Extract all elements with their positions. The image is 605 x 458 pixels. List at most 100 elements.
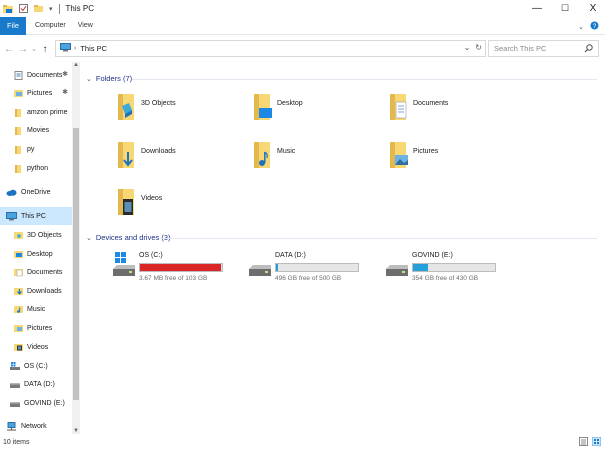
drive-icon xyxy=(10,380,20,389)
title-bar: ▾ This PC — ☐ X xyxy=(0,0,605,17)
back-button[interactable]: ← xyxy=(2,44,16,55)
folder-pictures[interactable]: Pictures xyxy=(388,140,518,180)
close-button[interactable]: X xyxy=(582,0,604,17)
up-button[interactable]: ↑ xyxy=(38,44,52,55)
title-separator xyxy=(58,3,60,14)
expand-ribbon-icon[interactable]: ⌄ xyxy=(578,23,584,31)
folder-music[interactable]: Music xyxy=(252,140,382,180)
large-icons-view-icon[interactable] xyxy=(591,436,602,448)
address-row: ← → ⌄ ↑ › This PC ⌄ ↻ Search This PC xyxy=(0,36,605,62)
drive-usage-bar xyxy=(412,263,496,272)
explorer-app-icon[interactable] xyxy=(3,4,13,14)
folder-videos[interactable]: Videos xyxy=(116,187,246,227)
nav-item-label: GOVIND (E:) xyxy=(24,399,65,407)
nav-item-desktop[interactable]: Desktop xyxy=(0,245,72,263)
folder-icon xyxy=(14,126,23,135)
nav-item-music[interactable]: Music xyxy=(0,300,72,318)
new-folder-icon[interactable] xyxy=(34,4,43,13)
nav-item-documents-pinned[interactable]: Documents ✱ xyxy=(0,66,72,84)
folder-downloads[interactable]: Downloads xyxy=(116,140,246,180)
nav-item-label: Documents xyxy=(27,71,63,79)
nav-item-label: Videos xyxy=(27,343,49,351)
documents-icon xyxy=(14,70,23,80)
nav-item-label: amzon prime xyxy=(27,108,68,116)
properties-icon[interactable] xyxy=(19,4,28,13)
drive-icon xyxy=(386,252,408,278)
nav-item-onedrive[interactable]: OneDrive xyxy=(0,183,72,201)
videos-icon xyxy=(14,343,23,352)
nav-item-os-c[interactable]: OS (C:) xyxy=(0,357,72,375)
nav-item-python[interactable]: python xyxy=(0,159,72,177)
tab-computer[interactable]: Computer xyxy=(35,22,66,29)
drive-govind-e[interactable]: GOVIND (E:) 354 GB free of 430 GB xyxy=(386,252,516,292)
downloads-icon xyxy=(116,140,136,170)
folder-desktop[interactable]: Desktop xyxy=(252,92,382,132)
nav-item-data-d[interactable]: DATA (D:) xyxy=(0,375,72,393)
nav-item-label: Pictures xyxy=(27,89,53,97)
nav-item-label: Pictures xyxy=(27,324,53,332)
pin-icon[interactable]: ✱ xyxy=(62,70,68,78)
tab-file[interactable]: File xyxy=(0,16,26,35)
this-pc-icon xyxy=(60,43,71,54)
address-bar[interactable]: › This PC ⌄ ↻ xyxy=(55,40,486,57)
drive-c-icon xyxy=(10,361,20,371)
quick-access-dropdown-icon[interactable]: ▾ xyxy=(49,5,53,13)
status-bar: 10 items xyxy=(0,434,605,450)
nav-item-pictures-pinned[interactable]: Pictures ✱ xyxy=(0,84,72,102)
desktop-icon xyxy=(252,92,272,122)
downloads-icon xyxy=(14,287,23,296)
network-icon xyxy=(6,421,17,431)
nav-item-this-pc[interactable]: This PC xyxy=(0,207,72,225)
folder-label: Videos xyxy=(141,195,163,202)
nav-item-pictures[interactable]: Pictures xyxy=(0,319,72,337)
search-input[interactable]: Search This PC xyxy=(494,44,546,53)
nav-item-py[interactable]: py xyxy=(0,140,72,158)
pictures-icon xyxy=(14,324,23,333)
folder-label: 3D Objects xyxy=(141,100,176,107)
search-box[interactable]: Search This PC xyxy=(488,40,599,57)
nav-item-label: py xyxy=(27,145,35,153)
drive-usage-fill xyxy=(413,264,428,271)
breadcrumb-chevron-icon[interactable]: › xyxy=(74,45,76,52)
nav-item-3d-objects[interactable]: 3D Objects xyxy=(0,226,72,244)
refresh-icon[interactable]: ↻ xyxy=(475,43,482,52)
drive-free-space: 496 GB free of 500 GB xyxy=(275,275,342,282)
scroll-thumb[interactable] xyxy=(73,128,79,400)
nav-item-govind-e[interactable]: GOVIND (E:) xyxy=(0,394,72,412)
help-icon[interactable]: ? xyxy=(590,21,599,32)
collapse-chevron-icon[interactable]: ⌄ xyxy=(86,234,92,242)
nav-item-videos[interactable]: Videos xyxy=(0,338,72,356)
details-view-icon[interactable] xyxy=(579,437,588,448)
recent-locations-icon[interactable]: ⌄ xyxy=(30,45,38,53)
minimize-button[interactable]: — xyxy=(526,0,548,17)
pictures-icon xyxy=(388,140,408,170)
nav-item-label: Music xyxy=(27,305,46,313)
maximize-button[interactable]: ☐ xyxy=(554,0,576,17)
nav-item-downloads[interactable]: Downloads xyxy=(0,282,72,300)
tab-view[interactable]: View xyxy=(78,22,93,29)
folders-header-label: Folders (7) xyxy=(95,74,133,83)
folder-label: Downloads xyxy=(141,148,176,155)
drive-os-c[interactable]: OS (C:) 3.67 MB free of 103 GB xyxy=(113,252,243,292)
address-dropdown-icon[interactable]: ⌄ xyxy=(464,43,471,52)
folder-documents[interactable]: Documents xyxy=(388,92,518,132)
folders-group-header[interactable]: ⌄ Folders (7) xyxy=(86,74,132,83)
music-icon xyxy=(14,305,23,314)
nav-item-label: Desktop xyxy=(27,250,53,258)
collapse-chevron-icon[interactable]: ⌄ xyxy=(86,75,92,83)
scroll-up-icon[interactable]: ▲ xyxy=(73,62,79,68)
folder-3d-objects[interactable]: 3D Objects xyxy=(116,92,246,132)
drive-label: OS (C:) xyxy=(139,252,163,259)
breadcrumb-this-pc[interactable]: This PC xyxy=(80,44,107,53)
nav-scrollbar[interactable]: ▲ ▼ xyxy=(72,62,80,434)
nav-item-documents[interactable]: Documents xyxy=(0,263,72,281)
pin-icon[interactable]: ✱ xyxy=(62,88,68,96)
search-icon[interactable] xyxy=(584,44,593,55)
drives-group-header[interactable]: ⌄ Devices and drives (3) xyxy=(86,233,171,242)
forward-button[interactable]: → xyxy=(16,44,30,55)
nav-item-label: Downloads xyxy=(27,287,62,295)
nav-item-amzon-prime[interactable]: amzon prime xyxy=(0,103,72,121)
drive-data-d[interactable]: DATA (D:) 496 GB free of 500 GB xyxy=(249,252,379,292)
nav-item-network[interactable]: Network xyxy=(0,417,72,434)
nav-item-movies[interactable]: Movies xyxy=(0,121,72,139)
